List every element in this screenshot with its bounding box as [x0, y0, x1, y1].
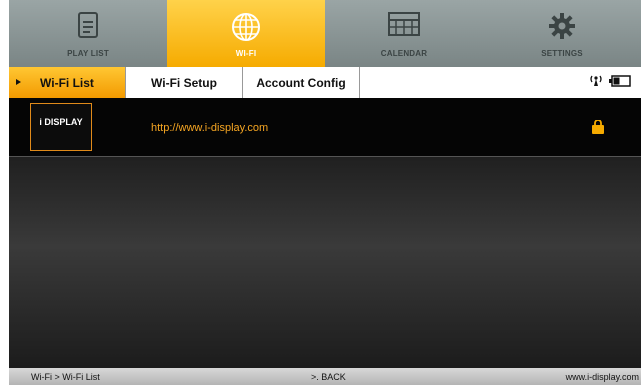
calendar-icon	[388, 12, 420, 41]
nav-calendar[interactable]: CALENDAR	[325, 0, 483, 67]
battery-icon	[609, 74, 631, 92]
globe-icon	[231, 12, 261, 47]
nav-playlist[interactable]: PLAY LIST	[9, 0, 167, 67]
document-icon	[78, 12, 98, 43]
list-item[interactable]: i DISPLAY http://www.i-display.com	[9, 98, 641, 157]
gear-icon	[548, 12, 576, 45]
tab-wifi-setup[interactable]: Wi-Fi Setup	[126, 67, 243, 98]
nav-wifi[interactable]: WI-FI	[167, 0, 325, 67]
network-url: http://www.i-display.com	[151, 122, 269, 134]
nav-settings-label: SETTINGS	[541, 49, 583, 58]
breadcrumb: Wi-Fi > Wi-Fi List	[31, 372, 100, 382]
tab-account-config-label: Account Config	[256, 75, 346, 90]
top-nav: PLAY LIST WI-FI CALENDAR SETTINGS	[9, 0, 641, 67]
tab-wifi-setup-label: Wi-Fi Setup	[151, 75, 217, 90]
wifi-signal-icon	[589, 73, 603, 92]
tab-wifi-list[interactable]: Wi-Fi List	[9, 67, 126, 98]
nav-wifi-label: WI-FI	[235, 49, 257, 58]
lock-icon	[591, 119, 605, 139]
back-button[interactable]: >. BACK	[311, 372, 346, 382]
tab-wifi-list-label: Wi-Fi List	[40, 75, 94, 90]
network-logo: i DISPLAY	[30, 103, 92, 151]
tab-account-config[interactable]: Account Config	[243, 67, 360, 98]
nav-settings[interactable]: SETTINGS	[483, 0, 641, 67]
tab-bar: Wi-Fi List Wi-Fi Setup Account Config	[9, 67, 641, 99]
wifi-list: i DISPLAY http://www.i-display.com	[9, 98, 641, 368]
footer-site: www.i-display.com	[565, 372, 639, 382]
app-window: PLAY LIST WI-FI CALENDAR SETTINGS Wi-Fi …	[9, 0, 641, 385]
footer-bar: Wi-Fi > Wi-Fi List >. BACK www.i-display…	[9, 368, 641, 385]
nav-playlist-label: PLAY LIST	[67, 49, 109, 58]
status-area	[589, 67, 641, 98]
arrow-right-icon	[16, 79, 21, 85]
nav-calendar-label: CALENDAR	[380, 49, 428, 58]
